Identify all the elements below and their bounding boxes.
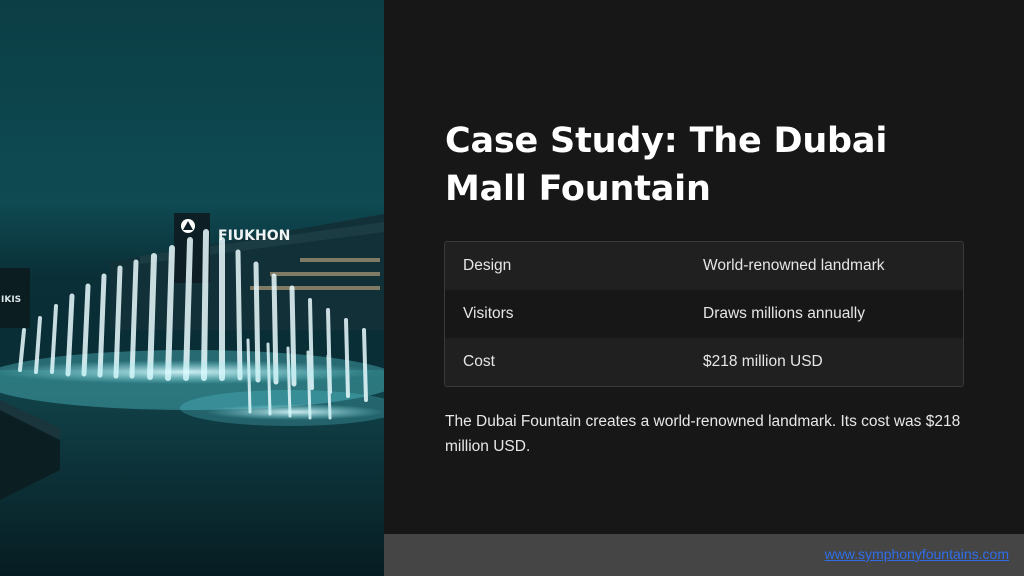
fountain-photo: FIUKHON IKIS — [0, 0, 384, 576]
table-row: Design World-renowned landmark — [445, 242, 963, 290]
table-cell-label: Visitors — [463, 305, 514, 322]
slide-title: Case Study: The Dubai Mall Fountain — [445, 121, 888, 209]
side-building-text: IKIS — [1, 295, 21, 305]
fountain-illustration: FIUKHON IKIS — [0, 213, 384, 576]
website-link[interactable]: www.symphonyfountains.com — [825, 546, 1009, 562]
table-cell-value: Draws millions annually — [703, 305, 865, 322]
table-cell-label: Cost — [463, 353, 495, 370]
table-cell-label: Design — [463, 257, 512, 274]
info-table: Design World-renowned landmark Visitors … — [444, 241, 964, 387]
table-row: Visitors Draws millions annually — [445, 290, 963, 338]
building-sign-text: FIUKHON — [218, 228, 290, 244]
summary-text: The Dubai Fountain creates a world-renow… — [445, 413, 961, 455]
table-cell-value: World-renowned landmark — [703, 257, 885, 274]
slide-panel: Case Study: The Dubai Mall Fountain Desi… — [384, 0, 1024, 576]
table-cell-value: $218 million USD — [703, 353, 823, 370]
footer-bar: www.symphonyfountains.com — [384, 534, 1024, 576]
table-row: Cost $218 million USD — [445, 338, 963, 386]
